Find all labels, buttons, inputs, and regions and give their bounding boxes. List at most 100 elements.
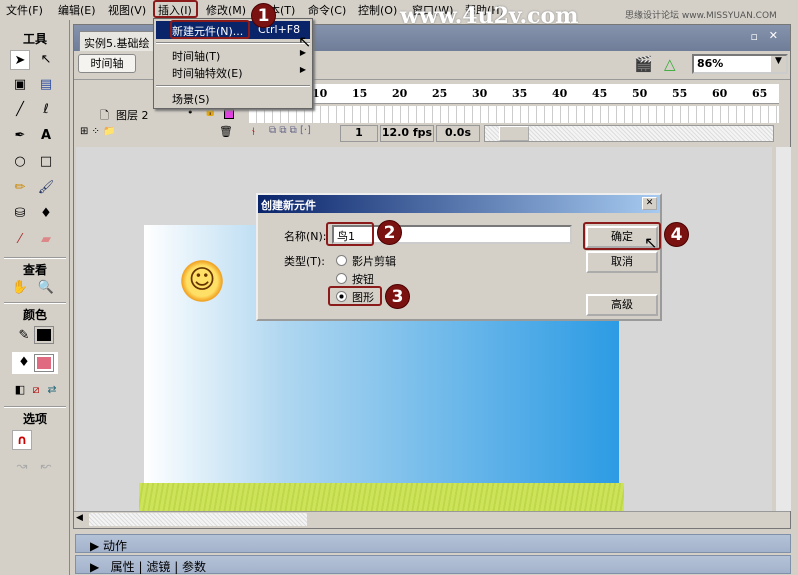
trash-icon[interactable]: 🗑 (219, 125, 233, 138)
menu-item-scene[interactable]: 场景(S) (156, 89, 310, 107)
hand-tool-icon[interactable]: ✋ (10, 278, 30, 298)
radio-button[interactable] (336, 273, 347, 284)
subselect-tool-icon[interactable]: ↖ (36, 50, 56, 70)
type-label: 类型(T): (284, 255, 326, 268)
menu-modify[interactable]: 修改(M) (206, 2, 246, 18)
eraser-icon[interactable]: ▰ (36, 230, 56, 250)
cancel-button[interactable]: 取消 (586, 251, 658, 273)
layer-name[interactable]: 图层 2 (116, 107, 149, 123)
ruler-tick-label: 60 (712, 87, 728, 100)
sun-graphic: ☺ (178, 257, 226, 305)
smooth-icon[interactable]: ↝ (12, 457, 32, 477)
colors-heading: 颜色 (22, 308, 47, 322)
menu-file[interactable]: 文件(F) (6, 2, 43, 18)
free-transform-icon[interactable]: ▣ (10, 75, 30, 95)
center-frame-icon[interactable]: ⫮ (252, 125, 255, 139)
highlight-name (326, 222, 374, 246)
outline-color-icon[interactable] (224, 109, 234, 119)
highlight-graphic (328, 286, 382, 306)
edit-scene-icon[interactable]: 🎬 (634, 55, 653, 73)
onion-skin-icons[interactable]: ⧉ ⧉ ⧉ [·] (269, 125, 311, 136)
options-heading: 选项 (22, 412, 47, 426)
properties-panel-header[interactable]: ▶ 属性 | 滤镜 | 参数 (75, 555, 791, 574)
tab-properties[interactable]: 属性 (111, 560, 135, 574)
actions-panel-header[interactable]: ▶ 动作 (75, 534, 791, 553)
ruler-tick-label: 55 (672, 87, 688, 100)
toolbox: 工具 ➤ ↖ ▣ ▤ ╱ ℓ ✒ A ○ □ ✏ 🖌 ⛁ ♦ ⁄ ▰ 查看 ✋ … (0, 20, 70, 575)
ink-bottle-icon[interactable]: ⛁ (10, 204, 30, 224)
ruler-tick-label: 10 (312, 87, 328, 100)
dialog-close-icon[interactable]: ✕ (642, 197, 657, 210)
zoom-value: 86% (697, 57, 724, 70)
menu-view[interactable]: 视图(V) (108, 2, 146, 18)
mouse-cursor-icon: ↖ (644, 233, 658, 252)
grass-graphic (139, 483, 624, 511)
ruler-tick-label: 30 (472, 87, 488, 100)
tab-filters[interactable]: 滤镜 (146, 560, 170, 574)
line-tool-icon[interactable]: ╱ (10, 100, 30, 120)
pen-tool-icon[interactable]: ✒ (10, 126, 30, 146)
radio-movie-clip[interactable] (336, 255, 347, 266)
zoom-tool-icon[interactable]: 🔍 (36, 278, 56, 298)
fill-color-swatch[interactable] (34, 354, 54, 372)
eyedropper-icon[interactable]: ⁄ (10, 230, 30, 250)
fill-bucket-icon: ♦ (18, 355, 30, 370)
dialog-title: 创建新元件 (258, 195, 660, 213)
layer-frames[interactable] (249, 106, 779, 123)
current-frame: 1 (340, 125, 378, 142)
brush-tool-icon[interactable]: 🖌 (36, 178, 56, 198)
ruler-tick-label: 45 (592, 87, 608, 100)
fill-transform-icon[interactable]: ▤ (36, 75, 56, 95)
insert-menu: 新建元件(N)... Ctrl+F8 时间轴(T) ▶ 时间轴特效(E) ▶ 场景(S… (153, 18, 313, 109)
elapsed-time: 0.0s (436, 125, 480, 142)
highlight-insert (153, 0, 198, 18)
arrow-tool-icon[interactable]: ➤ (10, 50, 30, 70)
ruler-tick-label: 40 (552, 87, 568, 100)
tab-parameters[interactable]: 参数 (182, 560, 206, 574)
add-layer-icon[interactable]: ⊞ ⁘ 📁 (80, 126, 116, 137)
create-symbol-dialog: 创建新元件 ✕ 名称(N): 鸟1 类型(T): 影片剪辑 按钮 图形 确定 取… (256, 193, 662, 321)
close-icon[interactable]: ✕ (769, 29, 778, 42)
timeline-hscrollbar[interactable] (484, 125, 774, 142)
highlight-new-symbol (170, 20, 250, 39)
text-tool-icon[interactable]: A (36, 126, 56, 146)
timeline-button[interactable]: 时间轴 (78, 54, 136, 73)
edit-symbols-icon[interactable]: △ (664, 55, 676, 73)
stroke-pencil-icon: ✎ (18, 328, 30, 343)
zoom-select[interactable]: 86% ▼ (692, 54, 788, 74)
advanced-button[interactable]: 高级 (586, 294, 658, 316)
stroke-color-swatch[interactable] (34, 326, 54, 344)
straighten-icon[interactable]: ↜ (36, 457, 56, 477)
swap-colors-icon[interactable]: ⇄ (42, 380, 62, 400)
type-button-label: 按钮 (352, 273, 374, 286)
menu-commands[interactable]: 命令(C) (308, 2, 346, 18)
document-tab[interactable]: 实例5.基础绘 (79, 31, 159, 51)
ruler-tick-label: 20 (392, 87, 408, 100)
ruler-tick-label: 65 (752, 87, 768, 100)
stage-hscrollbar[interactable]: ◀ (74, 511, 790, 527)
vertical-scrollbar[interactable] (776, 147, 791, 511)
lasso-tool-icon[interactable]: ℓ (36, 100, 56, 120)
step-badge-1: 1 (251, 3, 276, 28)
watermark-forum: 思缘设计论坛 www.MISSYUAN.COM (625, 11, 777, 21)
menu-edit[interactable]: 编辑(E) (58, 2, 96, 18)
name-label: 名称(N): (284, 230, 327, 243)
scroll-thumb[interactable] (499, 126, 529, 141)
menu-item-timeline-effects[interactable]: 时间轴特效(E) ▶ (156, 63, 310, 81)
paint-bucket-icon[interactable]: ♦ (36, 204, 56, 224)
frame-rate[interactable]: 12.0 fps (380, 125, 434, 142)
menu-control[interactable]: 控制(O) (358, 2, 397, 18)
scroll-left-icon[interactable]: ◀ (76, 513, 83, 523)
mouse-cursor-icon: ↖ (298, 32, 312, 51)
rectangle-tool-icon[interactable]: □ (36, 152, 56, 172)
restore-icon[interactable]: ▫ (751, 30, 758, 43)
view-heading: 查看 (22, 263, 47, 277)
chevron-down-icon[interactable]: ▼ (771, 56, 786, 72)
snap-magnet-icon[interactable]: ∩ (12, 430, 32, 450)
oval-tool-icon[interactable]: ○ (10, 152, 30, 172)
menu-item-timeline[interactable]: 时间轴(T) ▶ (156, 46, 310, 64)
pencil-tool-icon[interactable]: ✏ (10, 178, 30, 198)
actions-label: 动作 (103, 539, 128, 553)
ruler-tick-label: 15 (352, 87, 368, 100)
tools-heading: 工具 (22, 32, 47, 46)
